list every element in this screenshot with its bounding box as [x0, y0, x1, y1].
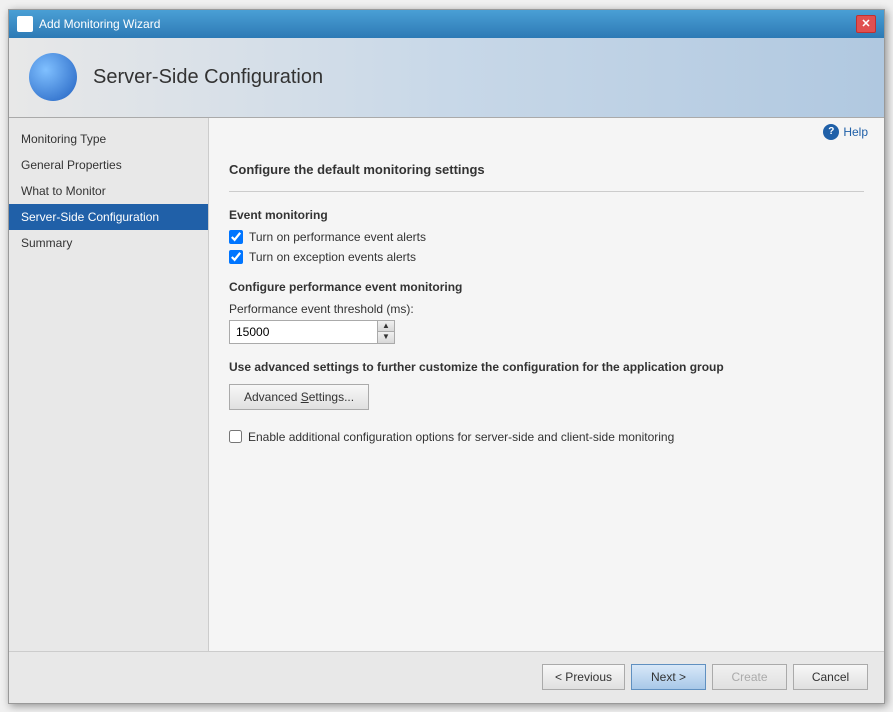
footer: < Previous Next > Create Cancel	[9, 651, 884, 703]
exception-alert-label[interactable]: Turn on exception events alerts	[249, 250, 416, 264]
exception-alert-row: Turn on exception events alerts	[229, 250, 864, 264]
configure-perf-title: Configure performance event monitoring	[229, 280, 864, 294]
sidebar-item-what-to-monitor[interactable]: What to Monitor	[9, 178, 208, 204]
sidebar-item-general-properties[interactable]: General Properties	[9, 152, 208, 178]
divider1	[229, 191, 864, 192]
perf-alert-label[interactable]: Turn on performance event alerts	[249, 230, 426, 244]
help-link[interactable]: ? Help	[823, 124, 868, 140]
sidebar: Monitoring Type General Properties What …	[9, 118, 209, 651]
titlebar: Add Monitoring Wizard ✕	[9, 10, 884, 38]
help-row: ? Help	[209, 118, 884, 146]
main-content: Configure the default monitoring setting…	[209, 146, 884, 651]
spinbox-container: ▲ ▼	[229, 320, 399, 344]
additional-options-checkbox[interactable]	[229, 430, 242, 443]
sidebar-item-summary[interactable]: Summary	[9, 230, 208, 256]
previous-button[interactable]: < Previous	[542, 664, 625, 690]
main-panel: ? Help Configure the default monitoring …	[209, 118, 884, 651]
spinbox-down-button[interactable]: ▼	[378, 331, 394, 343]
additional-options-row: Enable additional configuration options …	[229, 430, 864, 444]
header-icon	[29, 53, 77, 101]
create-button[interactable]: Create	[712, 664, 787, 690]
threshold-label: Performance event threshold (ms):	[229, 302, 864, 316]
header-title: Server-Side Configuration	[93, 66, 323, 89]
titlebar-icon	[17, 16, 33, 32]
cancel-button[interactable]: Cancel	[793, 664, 868, 690]
additional-options-label[interactable]: Enable additional configuration options …	[248, 430, 674, 444]
configure-title: Configure the default monitoring setting…	[229, 162, 864, 181]
perf-alert-row: Turn on performance event alerts	[229, 230, 864, 244]
help-label: Help	[843, 125, 868, 139]
spinbox-up-button[interactable]: ▲	[378, 321, 394, 332]
event-monitoring-title: Event monitoring	[229, 208, 864, 222]
sidebar-item-monitoring-type[interactable]: Monitoring Type	[9, 126, 208, 152]
spinbox-buttons: ▲ ▼	[377, 320, 395, 344]
header-banner: Server-Side Configuration	[9, 38, 884, 118]
exception-alert-checkbox[interactable]	[229, 250, 243, 264]
help-icon: ?	[823, 124, 839, 140]
threshold-input[interactable]	[229, 320, 377, 344]
sidebar-item-server-side-configuration[interactable]: Server-Side Configuration	[9, 204, 208, 230]
content-area: Monitoring Type General Properties What …	[9, 118, 884, 651]
advanced-settings-button[interactable]: Advanced Settings...	[229, 384, 369, 410]
perf-alert-checkbox[interactable]	[229, 230, 243, 244]
titlebar-title: Add Monitoring Wizard	[39, 17, 856, 31]
advanced-settings-title: Use advanced settings to further customi…	[229, 360, 864, 374]
next-button[interactable]: Next >	[631, 664, 706, 690]
wizard-window: Add Monitoring Wizard ✕ Server-Side Conf…	[8, 9, 885, 704]
close-button[interactable]: ✕	[856, 15, 876, 33]
